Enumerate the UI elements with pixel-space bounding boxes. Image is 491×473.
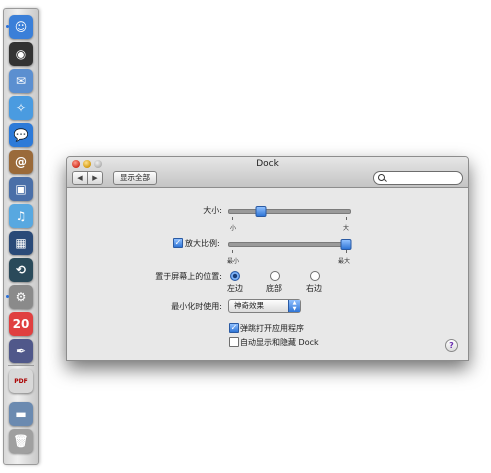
position-bottom-radio[interactable] xyxy=(270,271,280,281)
position-left-radio[interactable] xyxy=(230,271,240,281)
size-max-label: 大 xyxy=(343,225,350,232)
magnification-max-tick xyxy=(346,250,347,253)
search-field[interactable] xyxy=(373,171,463,185)
size-min-label: 小 xyxy=(230,225,237,232)
magnification-slider-track[interactable] xyxy=(228,242,351,247)
dock-dashboard-icon[interactable]: ◉ xyxy=(9,42,33,66)
back-button[interactable]: ◀ xyxy=(73,172,87,184)
show-all-button[interactable]: 显示全部 xyxy=(113,171,157,185)
dock-address-book-icon[interactable]: @ xyxy=(9,150,33,174)
dock-safari-icon[interactable]: ✧ xyxy=(9,96,33,120)
dock: ☺ ◉ ✉ ✧ 💬 @ ▣ ♫ ▦ ⟲ ⚙ 20 ✒ PDF ▬ 🗑 xyxy=(3,8,39,465)
dock-trash-icon[interactable]: 🗑 xyxy=(9,429,33,453)
size-label: 大小: xyxy=(203,206,222,215)
dock-pdf-document-icon[interactable]: PDF xyxy=(9,369,33,393)
position-right-label: 右边 xyxy=(306,284,322,293)
animate-checkbox[interactable]: ✓ xyxy=(229,323,239,333)
window-titlebar: Dock ◀ ▶ 显示全部 xyxy=(67,157,468,188)
running-indicator xyxy=(6,295,9,298)
size-max-tick xyxy=(346,217,347,220)
dock-spaces-icon[interactable]: ▦ xyxy=(9,231,33,255)
magnification-min-tick xyxy=(232,250,233,253)
dock-system-preferences-icon[interactable]: ⚙ xyxy=(6,285,33,309)
magnification-checkbox[interactable]: ✓ xyxy=(173,238,183,248)
dock-preferences-window: Dock ◀ ▶ 显示全部 大小: 小 大 ✓ 放大比例: 最小 最大 置于屏幕… xyxy=(66,156,469,361)
dock-iphoto-icon[interactable]: ▣ xyxy=(9,177,33,201)
position-left-label: 左边 xyxy=(227,284,243,293)
nav-buttons: ◀ ▶ xyxy=(72,171,103,185)
size-slider-track[interactable] xyxy=(228,209,351,214)
minimize-label: 最小化时使用: xyxy=(171,302,222,311)
dock-mail-icon[interactable]: ✉ xyxy=(9,69,33,93)
magnification-slider-thumb[interactable] xyxy=(340,239,352,250)
search-input[interactable] xyxy=(388,173,456,183)
dock-ical-icon[interactable]: 20 xyxy=(9,312,33,336)
autohide-label: 自动显示和隐藏 Dock xyxy=(240,338,319,347)
size-slider-thumb[interactable] xyxy=(255,206,266,217)
running-indicator xyxy=(6,25,9,28)
chevron-updown-icon: ▲ ▼ xyxy=(288,300,300,312)
position-label: 置于屏幕上的位置: xyxy=(155,272,222,281)
position-right-radio[interactable] xyxy=(310,271,320,281)
dock-ichat-icon[interactable]: 💬 xyxy=(9,123,33,147)
minimize-effect-popup[interactable]: 神奇效果 ▲ ▼ xyxy=(228,299,301,313)
help-button[interactable]: ? xyxy=(445,339,458,352)
minimize-effect-value: 神奇效果 xyxy=(234,301,264,310)
autohide-checkbox[interactable] xyxy=(229,337,239,347)
dock-itunes-icon[interactable]: ♫ xyxy=(9,204,33,228)
magnification-label: 放大比例: xyxy=(185,239,220,248)
dock-time-machine-icon[interactable]: ⟲ xyxy=(9,258,33,282)
dock-finder-icon[interactable]: ☺ xyxy=(6,15,33,39)
dock-folder-icon[interactable]: ▬ xyxy=(9,402,33,426)
animate-label: 弹跳打开应用程序 xyxy=(240,324,304,333)
dock-separator xyxy=(8,365,34,366)
size-min-tick xyxy=(232,217,233,220)
preferences-content: 大小: 小 大 ✓ 放大比例: 最小 最大 置于屏幕上的位置: 左边 底部 右边… xyxy=(67,188,468,360)
dock-script-editor-icon[interactable]: ✒ xyxy=(9,339,33,363)
forward-button[interactable]: ▶ xyxy=(87,172,102,184)
magnification-max-label: 最大 xyxy=(338,258,351,265)
search-icon xyxy=(378,174,385,181)
window-title: Dock xyxy=(256,159,279,169)
magnification-min-label: 最小 xyxy=(227,258,240,265)
position-bottom-label: 底部 xyxy=(266,284,282,293)
